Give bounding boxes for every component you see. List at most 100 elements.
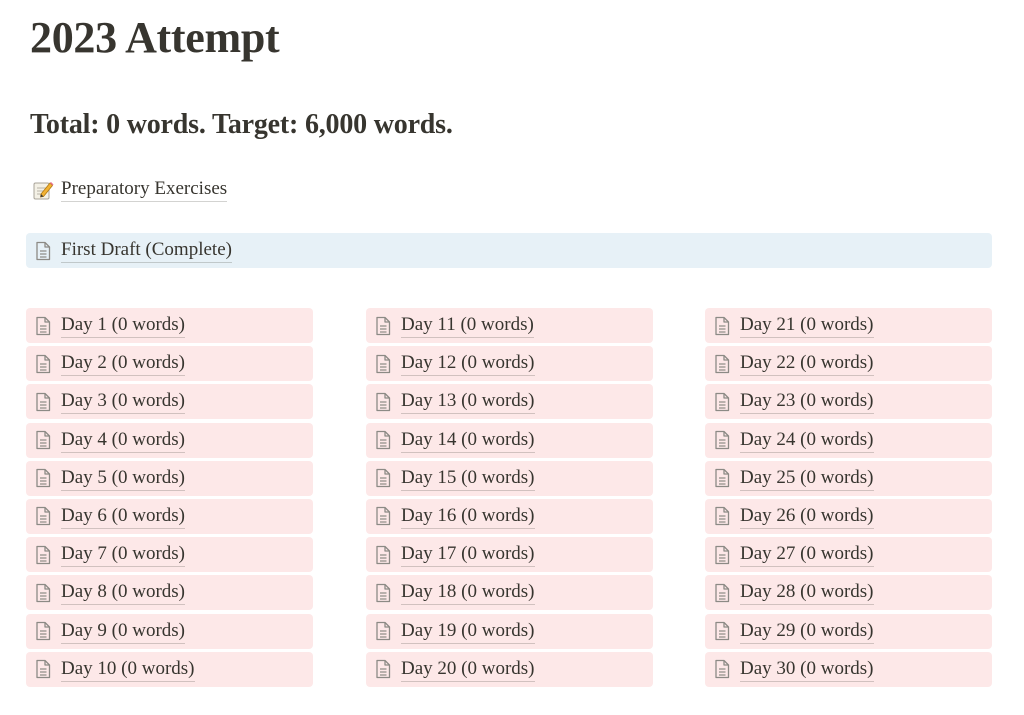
preparatory-exercises-label: Preparatory Exercises [61,177,228,202]
page-icon [372,315,394,337]
day-link-label: Day 13 (0 words) [401,389,535,415]
day-link[interactable]: Day 16 (0 words) [366,498,653,534]
page-icon [711,315,733,337]
page-icon [32,505,54,527]
day-link-label: Day 30 (0 words) [740,657,874,682]
day-link-label: Day 24 (0 words) [740,428,874,453]
day-link-label: Day 12 (0 words) [401,351,535,377]
day-column-3: Day 21 (0 words) Day 22 (0 words) Day 23 (… [705,308,992,690]
day-link[interactable]: Day 9 (0 words) [26,613,313,649]
day-link-label: Day 4 (0 words) [61,428,186,453]
day-link-label: Day 16 (0 words) [401,504,535,529]
word-count-heading: Total: 0 words. Target: 6,000 words. [30,109,453,140]
day-link-label: Day 22 (0 words) [740,351,874,377]
day-link-label: Day 10 (0 words) [61,657,195,682]
page-icon [372,505,394,527]
day-link[interactable]: Day 10 (0 words) [26,651,313,687]
day-link-label: Day 27 (0 words) [740,542,874,568]
day-link[interactable]: Day 13 (0 words) [366,384,653,420]
page-icon [32,467,54,489]
page-icon [711,467,733,489]
day-link-label: Day 6 (0 words) [61,504,186,529]
day-link[interactable]: Day 27 (0 words) [705,537,992,573]
day-link[interactable]: Day 20 (0 words) [366,651,653,687]
day-link[interactable]: Day 22 (0 words) [705,346,992,382]
day-link[interactable]: Day 6 (0 words) [26,498,313,534]
day-link[interactable]: Day 19 (0 words) [366,613,653,649]
day-link-label: Day 18 (0 words) [401,580,535,606]
day-link-label: Day 29 (0 words) [740,619,874,644]
day-link[interactable]: Day 24 (0 words) [705,422,992,458]
day-link[interactable]: Day 5 (0 words) [26,460,313,496]
preparatory-exercises-link[interactable]: Preparatory Exercises [26,172,326,207]
page-icon [711,353,733,375]
page-icon [372,353,394,375]
day-link[interactable]: Day 30 (0 words) [705,651,992,687]
page-icon [32,391,54,413]
page-icon [372,620,394,642]
page-icon [372,582,394,604]
page-icon [32,620,54,642]
page-icon [711,505,733,527]
notion-page: 2023 Attempt Total: 0 words. Target: 6,0… [0,0,1024,715]
day-link-label: Day 2 (0 words) [61,351,186,377]
day-link[interactable]: Day 11 (0 words) [366,308,653,343]
day-link-label: Day 9 (0 words) [61,619,186,644]
day-link[interactable]: Day 3 (0 words) [26,384,313,420]
day-link[interactable]: Day 26 (0 words) [705,498,992,534]
day-link[interactable]: Day 8 (0 words) [26,575,313,611]
page-icon [32,658,54,680]
memo-icon [32,179,54,201]
day-link[interactable]: Day 17 (0 words) [366,537,653,573]
day-link[interactable]: Day 7 (0 words) [26,537,313,573]
page-icon [372,429,394,451]
day-link-label: Day 26 (0 words) [740,504,874,529]
page-icon [372,544,394,566]
day-link[interactable]: Day 2 (0 words) [26,346,313,382]
page-icon [711,544,733,566]
page-icon [32,353,54,375]
day-link-label: Day 8 (0 words) [61,580,186,606]
page-icon [372,658,394,680]
page-icon [711,620,733,642]
day-link[interactable]: Day 14 (0 words) [366,422,653,458]
page-icon [32,315,54,337]
day-link[interactable]: Day 18 (0 words) [366,575,653,611]
first-draft-label: First Draft (Complete) [61,238,232,263]
day-link[interactable]: Day 25 (0 words) [705,460,992,496]
day-link-label: Day 23 (0 words) [740,389,874,415]
day-link-label: Day 28 (0 words) [740,580,874,606]
day-link[interactable]: Day 21 (0 words) [705,308,992,343]
page-icon [372,391,394,413]
page-icon [711,429,733,451]
page-icon [711,391,733,413]
day-link-label: Day 1 (0 words) [61,313,186,338]
day-link-label: Day 20 (0 words) [401,657,535,682]
page-icon [32,544,54,566]
page-icon [32,240,54,262]
day-column-2: Day 11 (0 words) Day 12 (0 words) Day 13 (… [366,308,653,690]
page-icon [32,429,54,451]
day-link-label: Day 14 (0 words) [401,428,535,453]
day-link-label: Day 19 (0 words) [401,619,535,644]
day-link[interactable]: Day 15 (0 words) [366,460,653,496]
page-icon [711,658,733,680]
day-link-label: Day 15 (0 words) [401,466,535,491]
day-link-label: Day 5 (0 words) [61,466,186,491]
page-title: 2023 Attempt [30,13,280,62]
day-link-label: Day 21 (0 words) [740,313,874,338]
page-icon [32,582,54,604]
day-link[interactable]: Day 4 (0 words) [26,422,313,458]
day-column-1: Day 1 (0 words) Day 2 (0 words) Day 3 (0 w… [26,308,313,690]
day-link[interactable]: Day 12 (0 words) [366,346,653,382]
day-link-label: Day 3 (0 words) [61,389,186,415]
page-icon [372,467,394,489]
day-link[interactable]: Day 28 (0 words) [705,575,992,611]
day-link[interactable]: Day 29 (0 words) [705,613,992,649]
day-link[interactable]: Day 23 (0 words) [705,384,992,420]
first-draft-link[interactable]: First Draft (Complete) [26,233,992,268]
day-link-label: Day 25 (0 words) [740,466,874,491]
day-link-label: Day 7 (0 words) [61,542,186,568]
day-link[interactable]: Day 1 (0 words) [26,308,313,343]
day-link-label: Day 11 (0 words) [401,313,534,338]
